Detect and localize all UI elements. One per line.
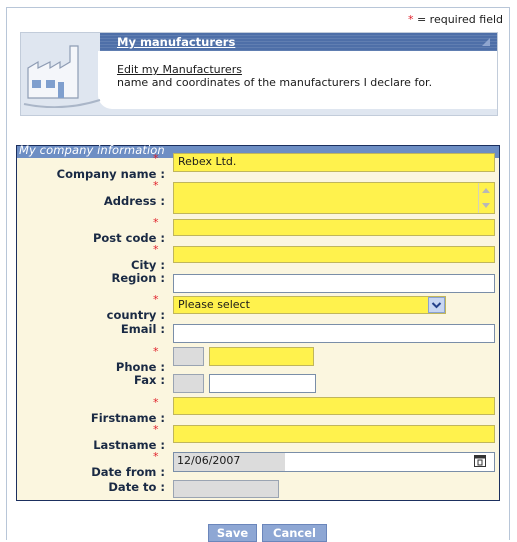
date-from-input[interactable]: 12/06/2007: [174, 453, 285, 471]
region-label: Region :: [111, 271, 165, 285]
required-asterisk: *: [153, 216, 159, 229]
company-info-title: My company information: [19, 143, 165, 157]
required-asterisk: *: [153, 450, 159, 463]
address-scrollbar[interactable]: [478, 183, 495, 213]
email-label: Email :: [120, 322, 165, 336]
save-button[interactable]: Save: [208, 524, 257, 542]
required-asterisk: *: [153, 293, 159, 306]
fax-label: Fax :: [134, 373, 165, 387]
phone-label: Phone :: [115, 360, 165, 374]
address-textarea[interactable]: [173, 182, 495, 214]
phone-input[interactable]: [209, 347, 314, 366]
email-input[interactable]: [173, 324, 495, 343]
region-input[interactable]: [173, 274, 495, 293]
city-label: City :: [131, 258, 165, 272]
company-name-input[interactable]: Rebex Ltd.: [173, 153, 495, 172]
required-asterisk: *: [153, 179, 159, 192]
firstname-input[interactable]: [173, 397, 495, 415]
required-asterisk: *: [153, 243, 159, 256]
phone-prefix-input[interactable]: [173, 347, 204, 366]
scroll-down-icon[interactable]: [482, 203, 490, 208]
address-label: Address :: [103, 194, 165, 208]
date-from-label: Date from :: [91, 465, 165, 479]
calendar-icon[interactable]: [474, 455, 486, 467]
required-asterisk: *: [153, 396, 159, 409]
required-asterisk: *: [153, 423, 159, 436]
chevron-down-icon: [431, 302, 442, 309]
header-title[interactable]: My manufacturers: [117, 35, 235, 49]
date-to-input[interactable]: [173, 480, 279, 498]
header-description: name and coordinates of the manufacturer…: [117, 76, 433, 89]
country-select[interactable]: Please select: [173, 296, 446, 314]
cancel-button[interactable]: Cancel: [262, 524, 327, 542]
fax-input[interactable]: [209, 374, 316, 393]
required-asterisk: *: [153, 152, 159, 165]
edit-manufacturers-link[interactable]: Edit my Manufacturers: [117, 63, 242, 76]
date-to-label: Date to :: [108, 480, 165, 494]
scroll-up-icon[interactable]: [482, 188, 490, 193]
city-input[interactable]: [173, 246, 495, 263]
fax-prefix-input[interactable]: [173, 374, 204, 393]
post-code-input[interactable]: [173, 219, 495, 236]
country-label: country :: [106, 308, 165, 322]
factory-icon: [23, 45, 101, 108]
required-asterisk: *: [153, 345, 159, 358]
company-name-label: Company name :: [56, 167, 165, 181]
required-field-note: * = required field: [407, 13, 503, 26]
country-dropdown-button[interactable]: [428, 297, 445, 313]
lastname-input[interactable]: [173, 425, 495, 443]
header-corner-decoration: [482, 38, 490, 46]
